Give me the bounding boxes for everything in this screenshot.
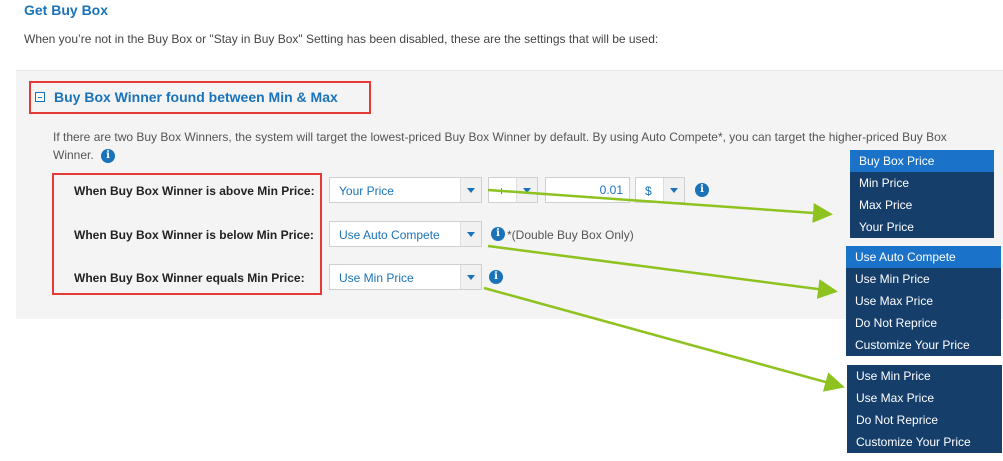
dropdown-option[interactable]: Use Auto Compete	[846, 246, 1001, 268]
dropdown-option[interactable]: Use Max Price	[846, 290, 1001, 312]
dropdown-option[interactable]: Do Not Reprice	[847, 409, 1002, 431]
dropdown-option[interactable]: Use Max Price	[847, 387, 1002, 409]
dropdown-above-options: Buy Box Price Min Price Max Price Your P…	[850, 150, 994, 238]
dropdown-below-options: Use Auto Compete Use Min Price Use Max P…	[846, 246, 1001, 356]
dropdown-option[interactable]: Customize Your Price	[847, 431, 1002, 453]
dropdown-option[interactable]: Use Min Price	[847, 365, 1002, 387]
dropdown-option[interactable]: Min Price	[850, 172, 994, 194]
arrow-equals	[483, 286, 845, 392]
arrow-above	[487, 188, 833, 223]
arrow-below	[487, 244, 838, 299]
dropdown-option[interactable]: Do Not Reprice	[846, 312, 1001, 334]
dropdown-option[interactable]: Customize Your Price	[846, 334, 1001, 356]
dropdown-equals-options: Use Min Price Use Max Price Do Not Repri…	[847, 365, 1002, 453]
dropdown-option[interactable]: Use Min Price	[846, 268, 1001, 290]
dropdown-option[interactable]: Your Price	[850, 216, 994, 238]
dropdown-option[interactable]: Max Price	[850, 194, 994, 216]
dropdown-option[interactable]: Buy Box Price	[850, 150, 994, 172]
